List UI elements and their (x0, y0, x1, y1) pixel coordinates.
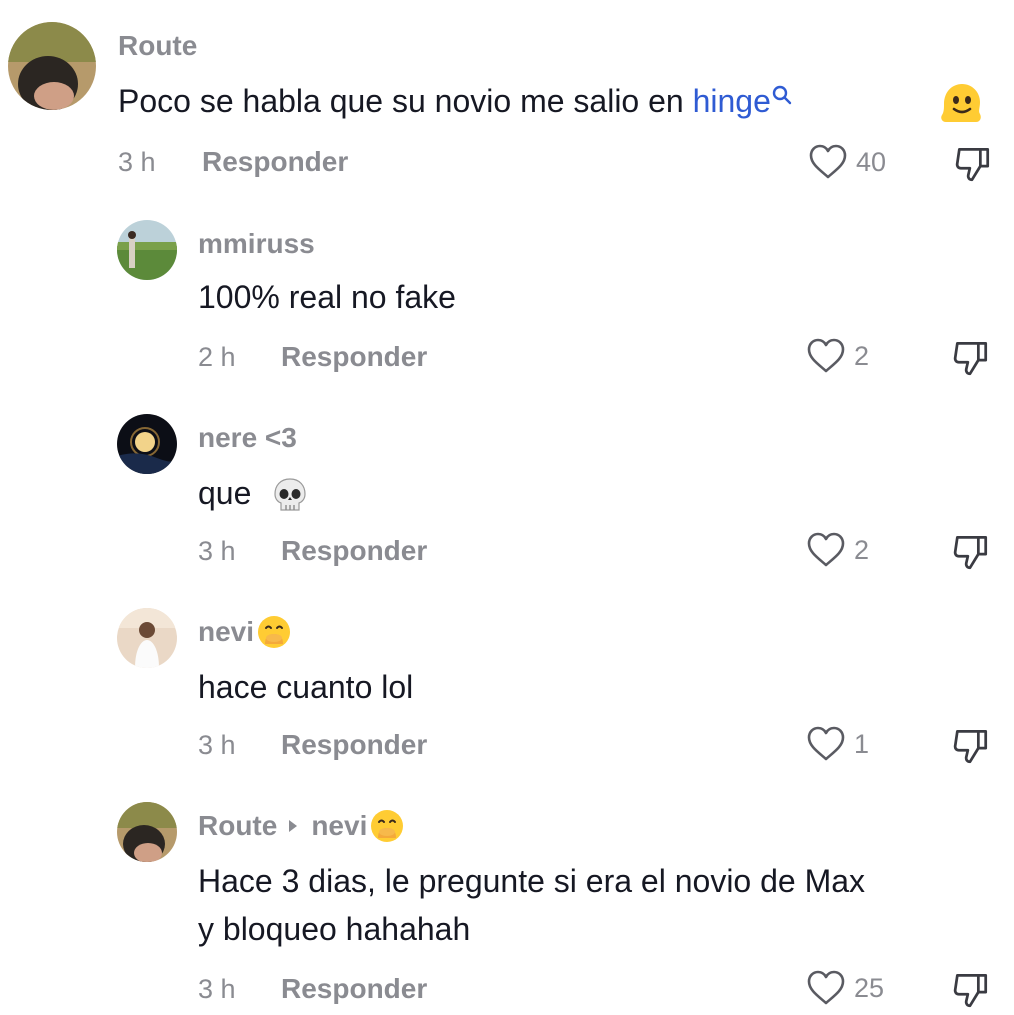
comment-text: Poco se habla que su novio me salio en h… (118, 78, 793, 124)
skull-emoji (274, 477, 306, 511)
comment-text: que (198, 470, 310, 516)
thumbs-down-icon (950, 336, 992, 378)
avatar[interactable] (8, 22, 96, 110)
like-button[interactable]: 1 (806, 724, 869, 764)
like-button[interactable]: 2 (806, 336, 869, 376)
heart-outline-icon (806, 968, 846, 1008)
comment-text-line-2: y bloqueo hahahah (198, 911, 471, 947)
comment-time: 3 h (118, 147, 156, 177)
search-link[interactable]: hinge (693, 83, 771, 119)
heart-outline-icon (806, 724, 846, 764)
reply-to-username[interactable]: nevi (311, 810, 367, 842)
comment-item: nevi hace cuanto lol 3 h Responder 1 (0, 608, 1014, 778)
heart-outline-icon (806, 336, 846, 376)
comment-username-text: Route (198, 810, 278, 841)
like-count: 2 (854, 340, 870, 371)
reply-button[interactable]: Responder (281, 973, 427, 1005)
comment-text-body: que (198, 475, 252, 511)
comment-username[interactable]: Route (118, 30, 197, 62)
thumbs-down-icon (950, 968, 992, 1010)
dislike-button[interactable] (950, 530, 992, 577)
reply-button[interactable]: Responder (281, 535, 427, 567)
comment-item: Route nevi Hace 3 dias, le pregunte si e… (0, 802, 1014, 1011)
comment-username-text: nevi (198, 616, 255, 647)
like-count: 2 (854, 534, 870, 565)
comment-item: Route Poco se habla que su novio me sali… (0, 22, 1014, 202)
comment-username[interactable]: mmiruss (198, 228, 315, 260)
hand-over-mouth-emoji (371, 810, 404, 842)
comment-time: 3 h (198, 974, 236, 1004)
comment-username[interactable]: nevi (198, 614, 292, 650)
like-count: 40 (856, 146, 887, 177)
avatar[interactable] (117, 414, 177, 474)
comment-username[interactable]: Route nevi (198, 808, 405, 844)
like-count: 1 (854, 728, 870, 759)
comment-item: mmiruss 100% real no fake 2 h Responder … (0, 220, 1014, 390)
comment-time: 3 h (198, 730, 236, 760)
comment-time: 3 h (198, 536, 236, 566)
avatar[interactable] (117, 220, 177, 280)
heart-outline-icon (808, 142, 848, 182)
avatar[interactable] (117, 802, 177, 862)
reply-arrow-icon (289, 820, 298, 832)
thumbs-down-icon (952, 142, 994, 184)
reply-button[interactable]: Responder (281, 341, 427, 373)
comment-text-line-1: Hace 3 dias, le pregunte si era el novio… (198, 863, 866, 899)
like-button[interactable]: 2 (806, 530, 869, 570)
reply-button[interactable]: Responder (202, 146, 348, 178)
hand-over-mouth-emoji (258, 616, 291, 648)
like-count: 25 (854, 972, 885, 1003)
melting-face-emoji (941, 84, 981, 122)
comment-time: 2 h (198, 342, 236, 372)
thumbs-down-icon (950, 724, 992, 766)
avatar[interactable] (117, 608, 177, 668)
comment-username[interactable]: nere <3 (198, 422, 297, 454)
comment-text: hace cuanto lol (198, 669, 414, 705)
like-button[interactable]: 40 (808, 142, 886, 182)
search-icon[interactable] (771, 84, 793, 106)
reply-button[interactable]: Responder (281, 729, 427, 761)
dislike-button[interactable] (950, 968, 992, 1015)
dislike-button[interactable] (952, 142, 994, 189)
comment-item: nere <3 que 3 h Responder 2 (0, 414, 1014, 584)
comment-text: 100% real no fake (198, 279, 456, 315)
dislike-button[interactable] (950, 336, 992, 383)
heart-outline-icon (806, 530, 846, 570)
thumbs-down-icon (950, 530, 992, 572)
comment-text-body: Poco se habla que su novio me salio en (118, 83, 693, 119)
like-button[interactable]: 25 (806, 968, 884, 1008)
dislike-button[interactable] (950, 724, 992, 771)
